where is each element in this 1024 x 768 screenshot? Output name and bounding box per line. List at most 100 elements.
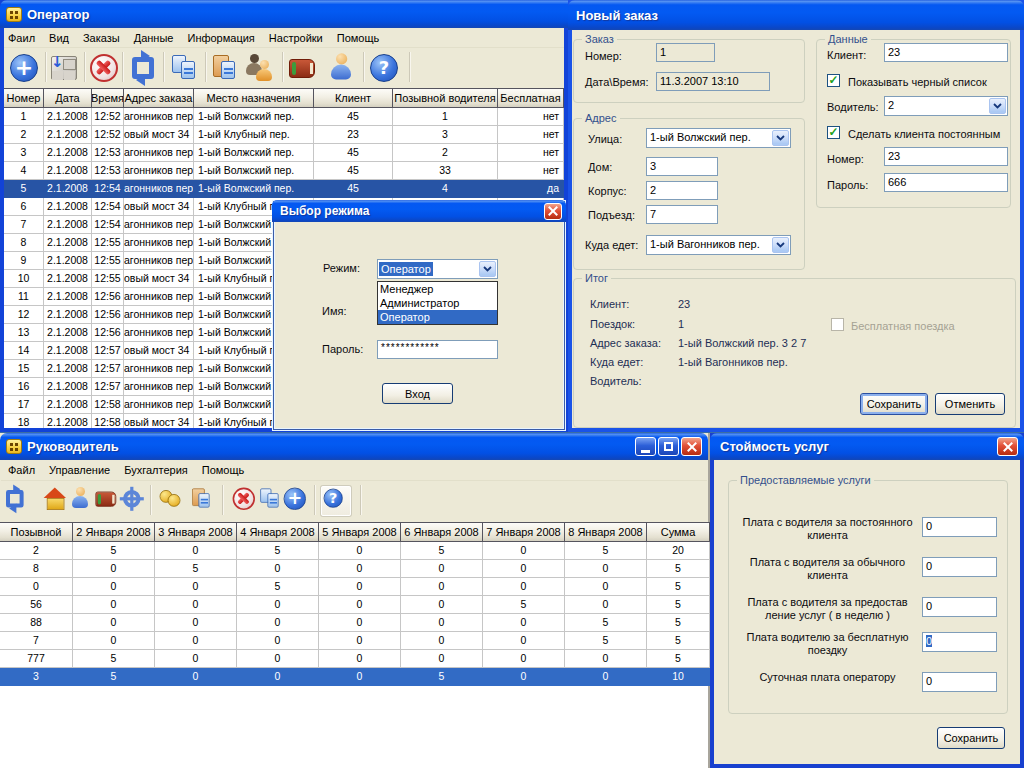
building-field[interactable]: 2 [646,181,718,200]
column-header[interactable]: Адрес заказа [124,88,194,108]
service-field[interactable]: 0 [922,632,997,652]
mode-combo[interactable]: Оператор [377,259,498,279]
toolbar-book-button[interactable] [286,52,318,84]
table-row[interactable]: 8800000055 [0,614,710,632]
toolbar-settings-button[interactable] [119,486,151,518]
menu-item[interactable]: Файл [1,464,42,476]
perm-number-field[interactable]: 23 [884,147,1008,166]
order-number-field[interactable]: 1 [656,43,715,62]
minimize-button[interactable] [635,437,656,456]
street-combo-arrow[interactable] [772,130,789,146]
table-row[interactable]: 77750000005 [0,650,710,668]
table-row[interactable]: 12.1.200812:52агонников пер.1-ый Волжски… [4,108,564,126]
toolbar-coins-button[interactable] [158,486,190,518]
table-row[interactable]: 3500050010 [0,668,710,686]
toolbar-clients-button[interactable] [244,52,276,84]
column-header[interactable]: 8 Января 2008 [565,522,647,542]
cancel-button[interactable]: Отменить [935,393,1005,415]
column-header[interactable]: 7 Января 2008 [483,522,565,542]
service-field[interactable]: 0 [922,597,997,617]
toolbar-paste-button[interactable] [188,486,220,518]
operator-titlebar[interactable]: Оператор [0,0,568,28]
menu-item[interactable]: Бухгалтерия [117,464,195,476]
order-datetime-field[interactable]: 11.3.2007 13:10 [656,72,770,91]
menu-item[interactable]: Информация [180,32,261,44]
toolbar-paste-button[interactable] [208,52,240,84]
toolbar-delete-button[interactable] [88,52,120,84]
column-header[interactable]: Бесплатная [498,88,564,108]
column-header[interactable]: Позывной [0,522,73,542]
toolbar-add-button[interactable]: + [8,52,40,84]
blacklist-checkbox[interactable]: ✓ [827,74,840,87]
service-field[interactable]: 0 [922,672,997,692]
login-button[interactable]: Вход [382,383,453,404]
menu-item[interactable]: Фаил [1,32,42,44]
cell: 0 [155,596,237,614]
save-button[interactable]: Сохранить [860,393,928,415]
dropdown-option[interactable]: Администратор [378,296,497,310]
table-row[interactable]: 42.1.200812:53агонников пер.1-ый Волжски… [4,162,564,180]
menu-item[interactable]: Вид [42,32,76,44]
perm-password-field[interactable]: 666 [884,173,1008,192]
manager-close-button[interactable] [681,437,702,456]
service-field[interactable]: 0 [922,517,997,537]
toolbar-add-button[interactable]: + [282,486,314,518]
mode-combo-arrow[interactable] [479,261,496,277]
house-field[interactable]: 3 [646,157,718,176]
services-save-button[interactable]: Сохранить [937,727,1005,749]
services-titlebar[interactable]: Стоймость услуг [710,433,1024,460]
toolbar-help-button[interactable]: ? [368,52,400,84]
services-close-button[interactable] [997,437,1018,456]
toolbar-copy-button[interactable] [168,52,200,84]
table-row[interactable]: 5600000505 [0,596,710,614]
table-row[interactable]: 52.1.200812:54агонников пер.1-ый Волжски… [4,180,564,198]
destination-combo-arrow[interactable] [772,237,789,253]
column-header[interactable]: Дата [44,88,92,108]
menu-item[interactable]: Управление [42,464,117,476]
password-field[interactable]: ************ [377,340,498,359]
table-row[interactable]: 700000055 [0,632,710,650]
new-order-titlebar[interactable]: Новый заказ [568,0,1024,30]
column-header[interactable]: 2 Января 2008 [73,522,155,542]
menu-item[interactable]: Помощь [195,464,252,476]
street-combo[interactable]: 1-ый Волжский пер. [646,128,791,148]
mode-dialog-close-button[interactable] [544,203,562,220]
column-header[interactable]: Место назначения [194,88,314,108]
manager-titlebar[interactable]: Руководитель [0,433,708,460]
column-header[interactable]: 4 Января 2008 [237,522,319,542]
table-row[interactable]: 000500005 [0,578,710,596]
column-header[interactable]: Номер [4,88,44,108]
menu-item[interactable]: Заказы [76,32,127,44]
destination-combo[interactable]: 1-ый Вагонников пер. [646,235,791,255]
driver-combo[interactable]: 2 [884,96,1008,116]
maximize-button[interactable] [658,437,679,456]
mode-dialog-titlebar[interactable]: Выбор режима [272,200,566,222]
column-header[interactable]: 3 Января 2008 [155,522,237,542]
menu-item[interactable]: Данные [127,32,181,44]
table-row[interactable]: 22.1.200812:52овый мост 34 11-ый Клубный… [4,126,564,144]
toolbar-refresh-button[interactable] [2,486,34,518]
entrance-field[interactable]: 7 [646,205,718,224]
toolbar-refresh-button[interactable] [127,52,159,84]
driver-combo-arrow[interactable] [989,98,1006,114]
menu-item[interactable]: Помощь [330,32,387,44]
dropdown-option[interactable]: Менеджер [378,282,497,296]
toolbar-save-button[interactable]: ↓ [48,52,80,84]
column-header[interactable]: Позывной водителя [393,88,498,108]
column-header[interactable]: Время [92,88,124,108]
table-row[interactable]: 32.1.200812:53агонников пер.1-ый Волжски… [4,144,564,162]
table-row[interactable]: 805000005 [0,560,710,578]
toolbar-user-button[interactable] [326,52,358,84]
service-field[interactable]: 0 [922,557,997,577]
client-field[interactable]: 23 [884,43,1008,62]
column-header[interactable]: Сумма [647,522,710,542]
column-header[interactable]: 6 Января 2008 [401,522,483,542]
permanent-checkbox[interactable]: ✓ [827,126,840,139]
table-row[interactable]: 2505050520 [0,542,710,560]
column-header[interactable]: 5 Января 2008 [319,522,401,542]
column-header[interactable]: Клиент [314,88,393,108]
menu-item[interactable]: Настройки [262,32,330,44]
toolbar-help-button[interactable]: ? [321,486,351,516]
free-ride-checkbox[interactable] [831,318,844,331]
dropdown-option[interactable]: Оператор [378,310,497,324]
